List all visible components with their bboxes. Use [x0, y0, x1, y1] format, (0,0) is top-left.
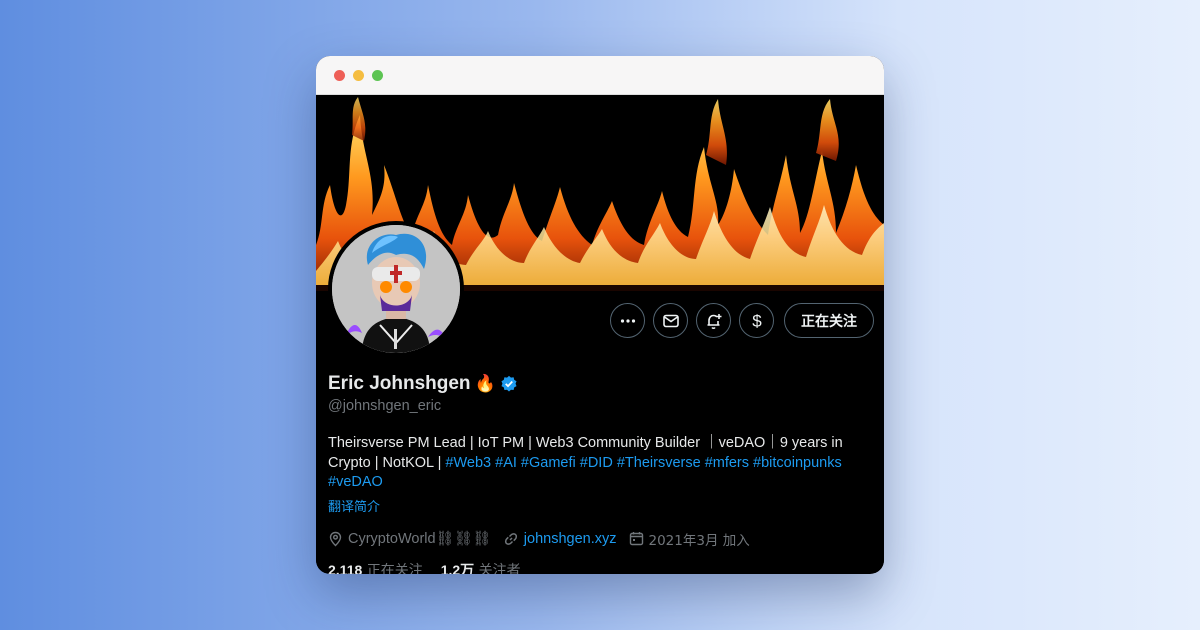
minimize-window-button[interactable]: [353, 69, 364, 81]
svg-text:$: $: [752, 312, 762, 330]
more-icon: [620, 318, 635, 323]
hashtag-link[interactable]: #veDAO: [328, 474, 383, 490]
mail-icon: [662, 314, 679, 327]
following-label: 正在关注: [366, 562, 423, 575]
following-count-link[interactable]: 2,118 正在关注: [328, 560, 423, 575]
hashtag-link[interactable]: #bitcoinpunks: [753, 455, 842, 471]
fire-emoji: 🔥: [474, 374, 496, 393]
location-text: CyryptoWorld⛓⛓⛓: [348, 531, 491, 547]
follow-stats: 2,118 正在关注 1.2万 关注者: [328, 560, 870, 575]
avatar-image: [332, 225, 460, 353]
location: CyryptoWorld⛓⛓⛓: [328, 530, 491, 547]
bell-plus-icon: [707, 313, 721, 329]
hashtag-link[interactable]: #Web3: [445, 455, 491, 471]
profile-info: Eric Johnshgen 🔥 @johnshgen_eric Theirsv…: [328, 373, 870, 574]
calendar-icon: [629, 532, 643, 546]
hashtag-link[interactable]: #Theirsverse: [617, 455, 701, 471]
followers-label: 关注者: [478, 562, 521, 575]
dollar-icon: $: [752, 312, 762, 330]
hashtag-link[interactable]: #DID: [580, 455, 613, 471]
hashtag-link[interactable]: #AI: [495, 455, 517, 471]
join-date-text: 2021年3月 加入: [648, 532, 750, 549]
followers-count: 1.2万: [440, 561, 475, 575]
title-bar: [316, 56, 884, 95]
message-button[interactable]: [653, 303, 688, 338]
more-button[interactable]: [610, 303, 645, 338]
join-date: 2021年3月 加入: [629, 529, 750, 549]
following-button[interactable]: 正在关注: [784, 303, 874, 338]
username-handle: @johnshgen_eric: [328, 398, 442, 414]
browser-window: $ 正在关注 Eric Johnshgen 🔥 @johnshgen_eric …: [316, 56, 884, 574]
tip-button[interactable]: $: [739, 303, 774, 338]
translate-bio-link[interactable]: 翻译简介: [328, 496, 870, 515]
bio: Theirsverse PM Lead | IoT PM | Web3 Comm…: [328, 434, 870, 493]
maximize-window-button[interactable]: [372, 69, 383, 81]
hashtag-link[interactable]: #mfers: [705, 455, 749, 471]
link-icon: [504, 532, 517, 545]
notifications-button[interactable]: [696, 303, 731, 338]
followers-count-link[interactable]: 1.2万 关注者: [441, 560, 521, 575]
profile-section: $ 正在关注 Eric Johnshgen 🔥 @johnshgen_eric …: [316, 221, 884, 574]
hashtag-link[interactable]: #Gamefi: [521, 455, 576, 471]
display-name: Eric Johnshgen: [328, 373, 471, 394]
close-window-button[interactable]: [334, 69, 345, 81]
profile-meta: CyryptoWorld⛓⛓⛓ johnshgen.xyz 2021年3月 加入: [328, 529, 870, 549]
profile-actions: $ 正在关注: [610, 303, 874, 338]
location-pin-icon: [329, 531, 342, 546]
website: johnshgen.xyz: [503, 531, 617, 547]
verified-badge-icon[interactable]: [500, 375, 518, 393]
website-link[interactable]: johnshgen.xyz: [524, 531, 617, 547]
avatar[interactable]: [328, 221, 464, 357]
name-row: Eric Johnshgen 🔥: [328, 373, 870, 395]
following-count: 2,118: [328, 561, 363, 575]
